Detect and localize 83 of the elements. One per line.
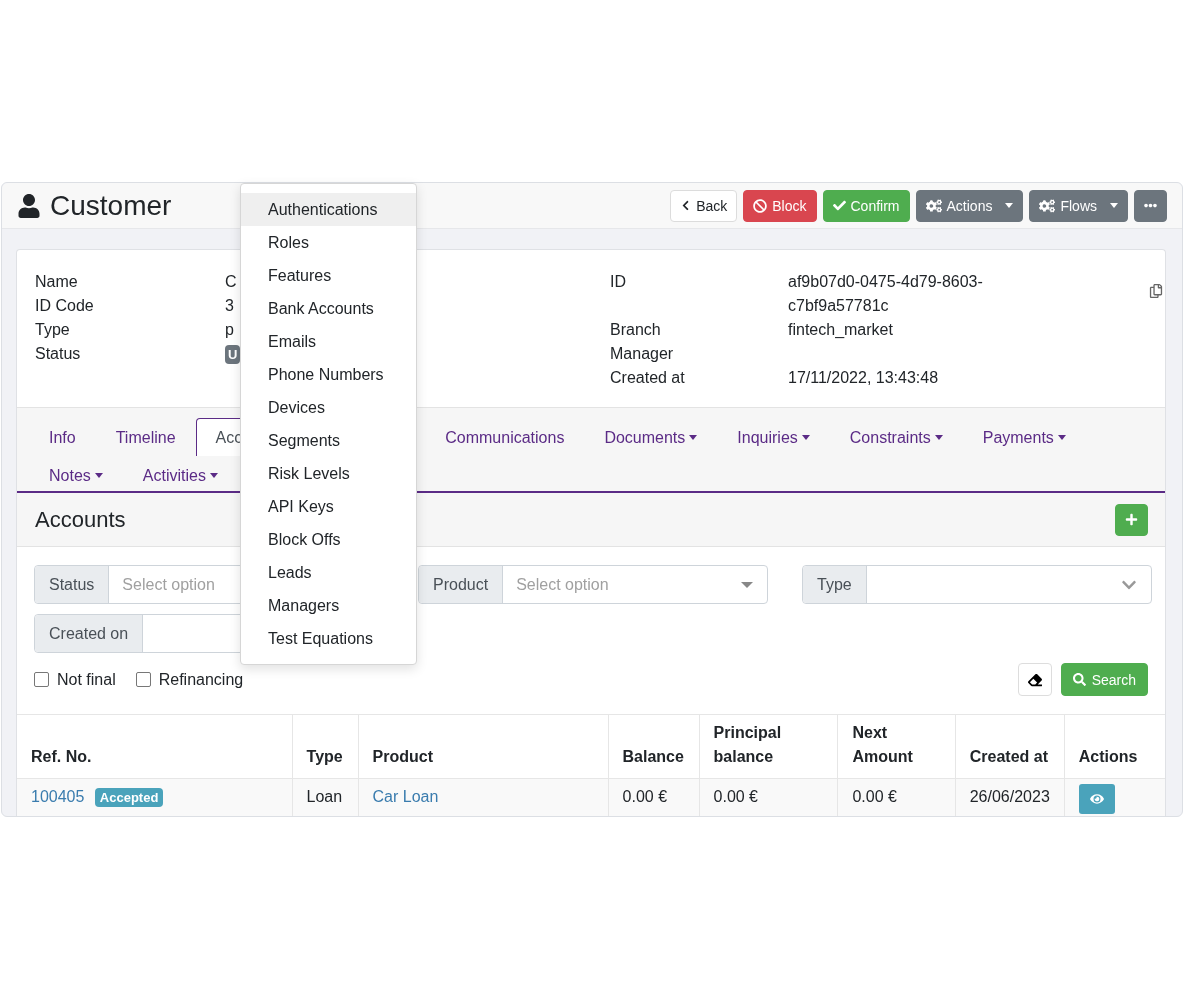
column-header: Ref. No.	[17, 714, 293, 779]
field-value: fintech_market	[788, 321, 893, 338]
checkbox-label: Refinancing	[158, 670, 244, 689]
ban-icon	[753, 198, 768, 213]
tab[interactable]: Documents	[584, 418, 718, 456]
select-field[interactable]: Product Select option	[418, 565, 768, 604]
product-link[interactable]: Car Loan	[372, 788, 439, 806]
user-icon	[17, 193, 41, 218]
dropdown-button[interactable]: Flows	[1029, 189, 1128, 222]
caret-icon	[741, 581, 753, 588]
reference-link[interactable]: 100405	[31, 787, 85, 805]
checkbox[interactable]	[34, 672, 49, 687]
clear-button[interactable]	[1017, 663, 1052, 696]
caret-icon	[1057, 435, 1066, 440]
menu-item[interactable]: Leads	[241, 556, 416, 589]
menu-item[interactable]: Risk Levels	[241, 457, 416, 490]
status-badge: U	[225, 344, 241, 364]
menu-item[interactable]: Managers	[241, 589, 416, 622]
back-button[interactable]: Back	[670, 189, 738, 222]
caret-icon	[94, 473, 103, 478]
check-icon	[832, 199, 846, 212]
field-label: Name	[35, 272, 79, 292]
menu-item[interactable]: Block Offs	[241, 523, 416, 556]
tab[interactable]: Constraints	[829, 418, 963, 456]
placeholder-text: Select option	[516, 575, 609, 594]
field-label: Status	[35, 344, 82, 364]
plus-icon	[1125, 513, 1138, 526]
menu-item[interactable]: Roles	[241, 226, 416, 259]
field-value: C	[225, 272, 237, 292]
menu-item[interactable]: Emails	[241, 325, 416, 358]
table-cell: 0.00 €	[837, 778, 956, 816]
checkbox[interactable]	[135, 672, 151, 687]
table-cell: 26/06/2023	[955, 778, 1065, 816]
block-button[interactable]: Block	[743, 189, 817, 222]
gears-icon	[925, 197, 942, 214]
field-label: Type	[35, 320, 71, 340]
menu-item[interactable]: Devices	[241, 391, 416, 424]
copy-icon[interactable]	[1149, 284, 1163, 298]
search-icon	[1072, 673, 1086, 686]
field-value: p	[225, 320, 234, 340]
menu-item[interactable]: Authentications	[241, 193, 416, 226]
caret-icon	[1005, 203, 1014, 208]
tab[interactable]: Notes	[29, 456, 123, 494]
field-label: Created at	[610, 368, 686, 388]
caret-icon	[689, 435, 698, 440]
menu-item[interactable]: Phone Numbers	[241, 358, 416, 391]
status-badge: Accepted	[94, 787, 164, 807]
menu-item[interactable]: Features	[241, 259, 416, 292]
tab[interactable]: Communications	[425, 418, 585, 456]
menu-item[interactable]: Bank Accounts	[241, 292, 416, 325]
field-label: ID	[610, 272, 627, 292]
eraser-icon	[1027, 672, 1042, 687]
select-field[interactable]: Type	[802, 565, 1152, 604]
caret-icon	[934, 435, 943, 440]
tab[interactable]: Info	[29, 418, 96, 456]
dropdown-button[interactable]: Actions	[915, 189, 1024, 222]
caret-icon	[801, 435, 810, 440]
menu-item[interactable]: Segments	[241, 424, 416, 457]
field-value: 3	[225, 296, 234, 316]
table-cell: Loan	[292, 778, 359, 816]
menu-item[interactable]: API Keys	[241, 490, 416, 523]
checkbox-label: Not final	[57, 670, 116, 689]
caret-icon	[209, 473, 218, 478]
menu-item[interactable]: Test Equations	[241, 622, 416, 655]
view-button[interactable]	[1078, 784, 1115, 815]
field-label: Manager	[610, 344, 675, 364]
page-title: Customer	[50, 189, 172, 222]
field-label: Branch	[610, 320, 662, 340]
tab[interactable]: Activities	[122, 456, 238, 494]
tab[interactable]: Inquiries	[717, 418, 830, 456]
add-button[interactable]	[1115, 503, 1148, 536]
caret-icon	[1110, 203, 1118, 208]
gears-icon	[1039, 197, 1056, 214]
eye-icon	[1089, 792, 1104, 807]
tab[interactable]: Payments	[962, 418, 1086, 456]
table-cell: 0.00 €	[699, 778, 838, 816]
field-label: ID Code	[35, 296, 95, 316]
placeholder-text: Select option	[122, 575, 215, 594]
section-title: Accounts	[35, 506, 126, 533]
tab[interactable]: Timeline	[95, 418, 196, 456]
field-value: 17/11/2022, 13:43:48	[788, 369, 939, 386]
table-cell: 0.00 €	[608, 778, 700, 816]
more-button[interactable]	[1134, 189, 1167, 222]
